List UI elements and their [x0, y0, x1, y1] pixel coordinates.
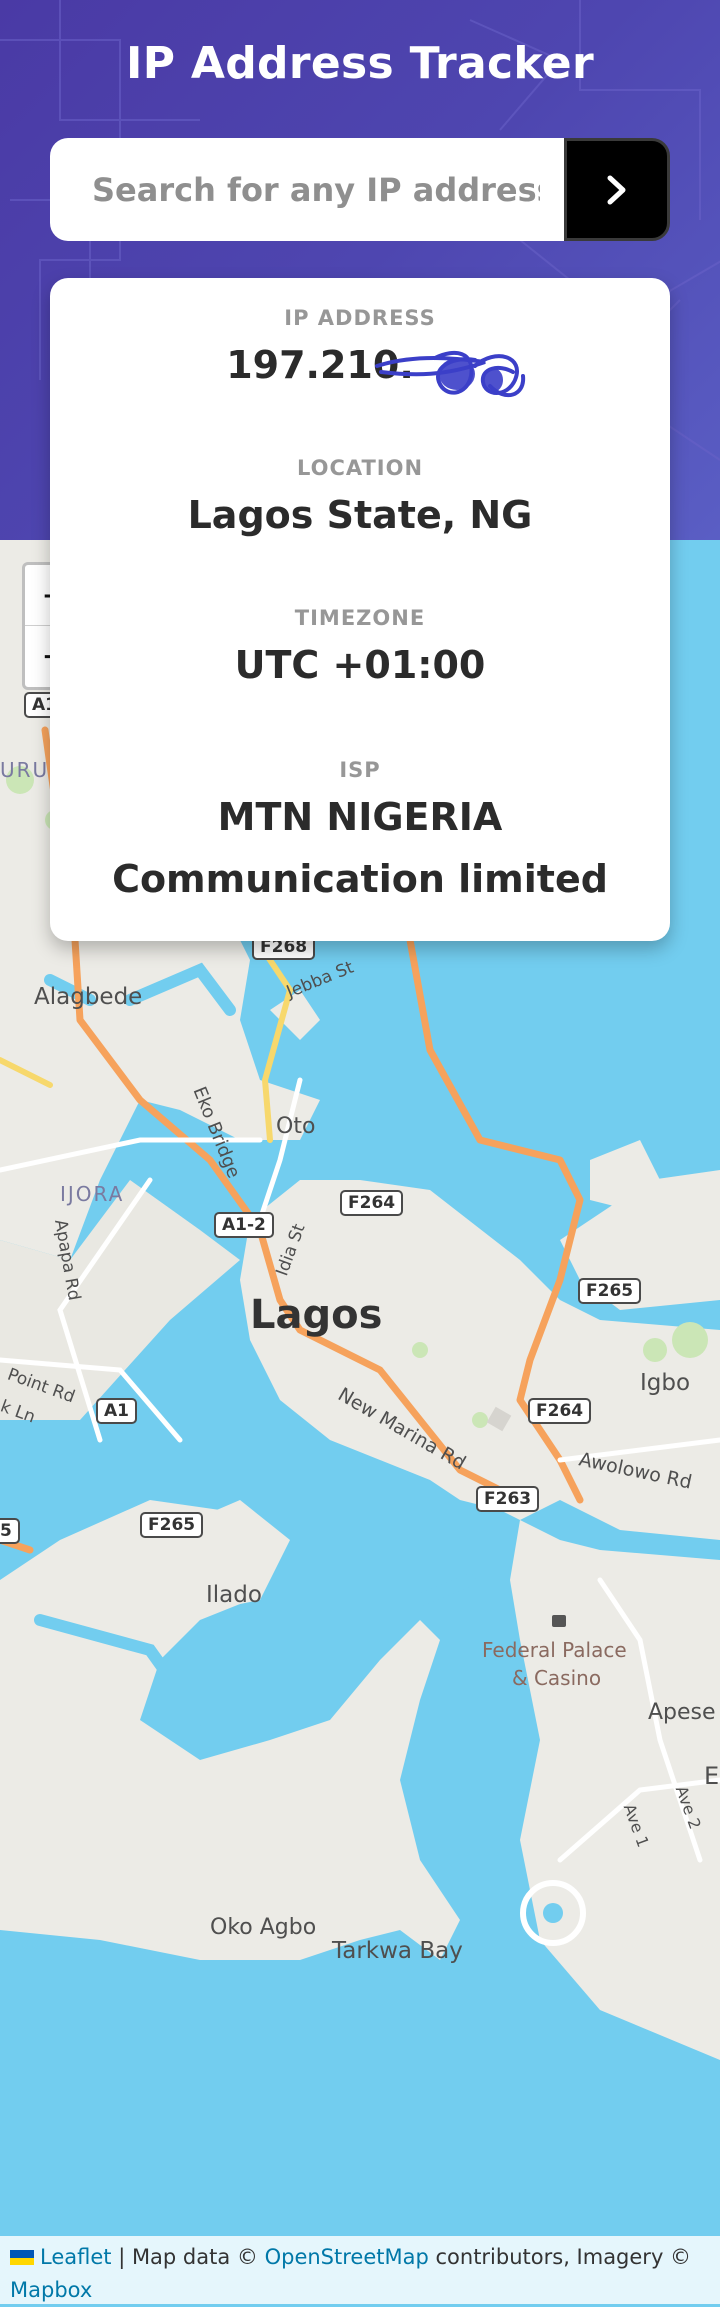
map-label-ijora: IJORA [60, 1182, 125, 1206]
search-button[interactable] [564, 138, 670, 241]
map-label-uru: URU [0, 758, 50, 782]
road-shield: A1-2 [214, 1212, 274, 1238]
openstreetmap-link[interactable]: OpenStreetMap [265, 2245, 429, 2269]
attribution-text: | Map data © [111, 2245, 265, 2269]
map-label-oko-agbo: Oko Agbo [210, 1915, 317, 1940]
map-label-ilado: Ilado [206, 1582, 262, 1608]
attribution-text: contributors, Imagery © [428, 2245, 692, 2269]
timezone-value: UTC +01:00 [234, 643, 486, 687]
road-shield: F263 [476, 1486, 540, 1512]
map-label-lagos: Lagos [250, 1292, 383, 1338]
ip-address-label: IP ADDRESS [284, 306, 436, 330]
map-label-e: E [704, 1762, 720, 1790]
isp-value-line2: Communication limited [112, 857, 608, 901]
timezone-label: TIMEZONE [294, 606, 426, 630]
road-shield: 5 [0, 1518, 20, 1544]
ukraine-flag-icon [10, 2250, 34, 2265]
location-value: Lagos State, NG [187, 493, 533, 537]
map-label-alagbede: Alagbede [34, 984, 143, 1010]
map-label-tarkwa-bay: Tarkwa Bay [332, 1938, 463, 1964]
road-shield: A1 [96, 1398, 137, 1424]
road-shield: F264 [528, 1398, 592, 1424]
map-label-apese: Apese [648, 1700, 716, 1725]
map-label-casino: & Casino [512, 1666, 602, 1690]
page-title: IP Address Tracker [126, 38, 594, 89]
isp-label: ISP [339, 758, 381, 782]
location-label: LOCATION [296, 456, 424, 480]
map-label-oto: Oto [276, 1114, 316, 1139]
chevron-right-icon [607, 175, 626, 204]
road-shield: F265 [140, 1512, 204, 1538]
leaflet-link[interactable]: Leaflet [40, 2245, 112, 2269]
map-attribution: Leaflet | Map data © OpenStreetMap contr… [0, 2236, 720, 2304]
ip-info-card: IP ADDRESS 197.210. LOCATION Lagos State… [50, 278, 670, 941]
map-label-federal-palace: Federal Palace [482, 1638, 627, 1662]
isp-value-line1: MTN NIGERIA [217, 795, 503, 839]
search-input[interactable] [50, 138, 564, 241]
map-label-igbo: Igbo [640, 1370, 691, 1396]
search-bar [50, 138, 670, 241]
road-shield: F264 [340, 1190, 404, 1216]
ip-address-value: 197.210. [226, 343, 414, 387]
road-shield: F265 [578, 1278, 642, 1304]
redaction-scribble [375, 350, 526, 398]
mapbox-link[interactable]: Mapbox [10, 2278, 92, 2302]
